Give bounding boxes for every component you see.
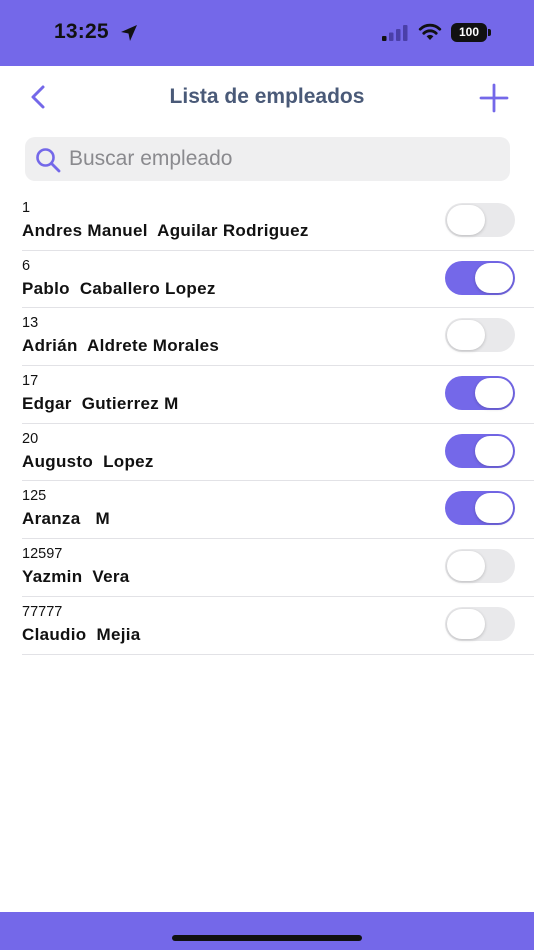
employee-name: Aranza M bbox=[22, 509, 111, 529]
employee-status-toggle[interactable] bbox=[445, 260, 515, 295]
employee-row[interactable]: 12597 Yazmin Vera bbox=[22, 539, 534, 597]
employee-id: 12597 bbox=[22, 546, 63, 563]
toggle-knob bbox=[447, 320, 485, 351]
toggle-knob bbox=[475, 262, 513, 293]
employee-status-toggle[interactable] bbox=[445, 203, 515, 237]
navigation-bar: Lista de empleados bbox=[0, 66, 534, 130]
toggle-knob bbox=[475, 378, 513, 409]
employee-id: 6 bbox=[22, 257, 31, 274]
employee-name: Yazmin Vera bbox=[22, 567, 130, 587]
toggle-knob bbox=[447, 551, 485, 582]
search-input[interactable] bbox=[69, 137, 499, 181]
employee-name: Adrián Aldrete Morales bbox=[22, 336, 220, 356]
employee-row[interactable]: 6 Pablo Caballero Lopez bbox=[22, 251, 534, 309]
cellular-signal-icon bbox=[382, 25, 408, 41]
home-indicator[interactable] bbox=[172, 935, 362, 941]
status-bar: 13:25 100 bbox=[0, 0, 534, 66]
employee-id: 125 bbox=[22, 488, 47, 505]
employee-id: 20 bbox=[22, 430, 39, 447]
search-bar[interactable] bbox=[25, 137, 510, 181]
employee-name: Andres Manuel Aguilar Rodriguez bbox=[22, 221, 309, 240]
toggle-knob bbox=[447, 205, 485, 235]
employee-row[interactable]: 20 Augusto Lopez bbox=[22, 424, 534, 482]
employee-id: 1 bbox=[22, 200, 31, 216]
employee-id: 77777 bbox=[22, 603, 63, 620]
wifi-icon bbox=[418, 23, 442, 40]
employee-list: 1 Andres Manuel Aguilar Rodriguez 6 Pablo C… bbox=[0, 193, 534, 655]
toggle-knob bbox=[475, 435, 513, 466]
battery-tip bbox=[488, 29, 491, 36]
status-time: 13:25 bbox=[54, 20, 109, 43]
employee-status-toggle[interactable] bbox=[445, 318, 515, 353]
employee-row[interactable]: 13 Adrián Aldrete Morales bbox=[22, 308, 534, 367]
toggle-knob bbox=[475, 493, 513, 524]
location-arrow-icon bbox=[121, 25, 137, 41]
page-title: Lista de empleados bbox=[169, 85, 365, 108]
employee-status-toggle[interactable] bbox=[445, 376, 515, 411]
employee-status-toggle[interactable] bbox=[445, 491, 515, 526]
employee-name: Augusto Lopez bbox=[22, 451, 154, 471]
plus-icon[interactable] bbox=[478, 82, 510, 114]
employee-row[interactable]: 77777 Claudio Mejia bbox=[22, 597, 534, 655]
toggle-knob bbox=[447, 608, 485, 639]
employee-status-toggle[interactable] bbox=[445, 606, 515, 641]
employee-id: 17 bbox=[22, 373, 39, 390]
employee-row[interactable]: 125 Aranza M bbox=[22, 481, 534, 540]
employee-id: 13 bbox=[22, 315, 39, 332]
employee-name: Pablo Caballero Lopez bbox=[22, 278, 216, 298]
battery-indicator: 100 bbox=[451, 23, 487, 42]
employee-row[interactable]: 1 Andres Manuel Aguilar Rodriguez bbox=[22, 193, 534, 251]
bottom-bar bbox=[0, 912, 534, 950]
search-icon bbox=[36, 148, 61, 173]
employee-row[interactable]: 17 Edgar Gutierrez M bbox=[22, 366, 534, 424]
employee-name: Claudio Mejia bbox=[22, 624, 141, 644]
employee-status-toggle[interactable] bbox=[445, 549, 515, 584]
employee-name: Edgar Gutierrez M bbox=[22, 394, 179, 414]
employee-status-toggle[interactable] bbox=[445, 433, 515, 468]
